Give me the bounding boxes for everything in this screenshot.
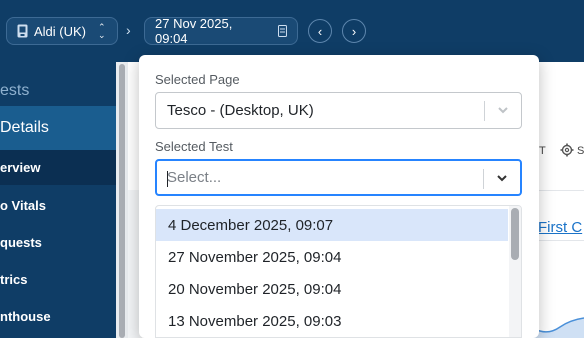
- document-icon: [278, 25, 287, 37]
- first-contentful-paint-link[interactable]: First C: [538, 219, 582, 236]
- previous-test-button[interactable]: ‹: [308, 19, 332, 43]
- sidebar-section-label: Details: [0, 119, 49, 136]
- next-test-button[interactable]: ›: [342, 19, 366, 43]
- sidebar-item-web-vitals[interactable]: o Vitals: [0, 188, 116, 225]
- sidebar: ests Details erview o Vitals quests tric…: [0, 62, 116, 338]
- store-icon: [17, 24, 28, 38]
- chevron-right-icon: ›: [351, 23, 357, 39]
- sidebar-item-label: ests: [0, 82, 30, 99]
- select-separator: [484, 101, 485, 121]
- site-selector[interactable]: Aldi (UK) ⌃ ⌄: [6, 17, 118, 45]
- select-separator: [483, 169, 484, 189]
- top-bar: Aldi (UK) ⌃ ⌄ › 27 Nov 2025, 09:04 ‹ ›: [0, 0, 584, 62]
- date-selector-label: 27 Nov 2025, 09:04: [155, 16, 233, 46]
- sidebar-item-label: quests: [0, 235, 42, 250]
- sidebar-item-overview[interactable]: erview: [0, 150, 116, 185]
- sidebar-item-label: erview: [0, 160, 41, 175]
- selected-page-select[interactable]: Tesco - (Desktop, UK): [155, 92, 522, 129]
- chevron-updown-icon: ⌃ ⌄: [98, 22, 106, 40]
- test-option[interactable]: 4 December 2025, 09:07: [156, 209, 508, 241]
- sidebar-item-label: nthouse: [0, 309, 51, 324]
- chevron-down-icon: [497, 175, 507, 182]
- chevron-right-icon: ›: [126, 22, 131, 38]
- sidebar-section-details[interactable]: Details: [0, 106, 116, 150]
- chevron-left-icon: ‹: [317, 23, 323, 39]
- gear-icon[interactable]: [560, 143, 574, 157]
- settings-letter: S: [577, 145, 584, 157]
- menu-scrollbar[interactable]: [511, 208, 519, 260]
- selected-test-placeholder: Select...: [167, 169, 222, 186]
- test-options-menu: 4 December 2025, 09:07 27 November 2025,…: [155, 205, 522, 338]
- sidebar-item-tests[interactable]: ests: [0, 70, 116, 110]
- chevron-down-icon: [498, 107, 508, 114]
- sidebar-item-label: o Vitals: [0, 198, 47, 213]
- test-selection-popover: Selected Page Tesco - (Desktop, UK) Sele…: [139, 55, 539, 338]
- sidebar-item-metrics[interactable]: trics: [0, 262, 116, 299]
- sidebar-item-requests[interactable]: quests: [0, 225, 116, 262]
- selected-test-label: Selected Test: [155, 139, 233, 154]
- test-option[interactable]: 27 November 2025, 09:04: [156, 241, 508, 273]
- sidebar-item-lighthouse[interactable]: nthouse: [0, 299, 116, 336]
- sidebar-item-label: trics: [0, 272, 28, 287]
- toolbar-letter: T: [539, 145, 546, 157]
- selected-test-select[interactable]: Select...: [155, 159, 522, 196]
- test-option[interactable]: 20 November 2025, 09:04: [156, 273, 508, 305]
- selected-page-label: Selected Page: [155, 72, 240, 87]
- test-option[interactable]: 13 November 2025, 09:03: [156, 305, 508, 337]
- site-selector-label: Aldi (UK): [34, 23, 87, 39]
- sidebar-scrollbar[interactable]: [119, 64, 125, 338]
- date-selector[interactable]: 27 Nov 2025, 09:04: [144, 16, 298, 46]
- selected-page-value: Tesco - (Desktop, UK): [167, 102, 314, 119]
